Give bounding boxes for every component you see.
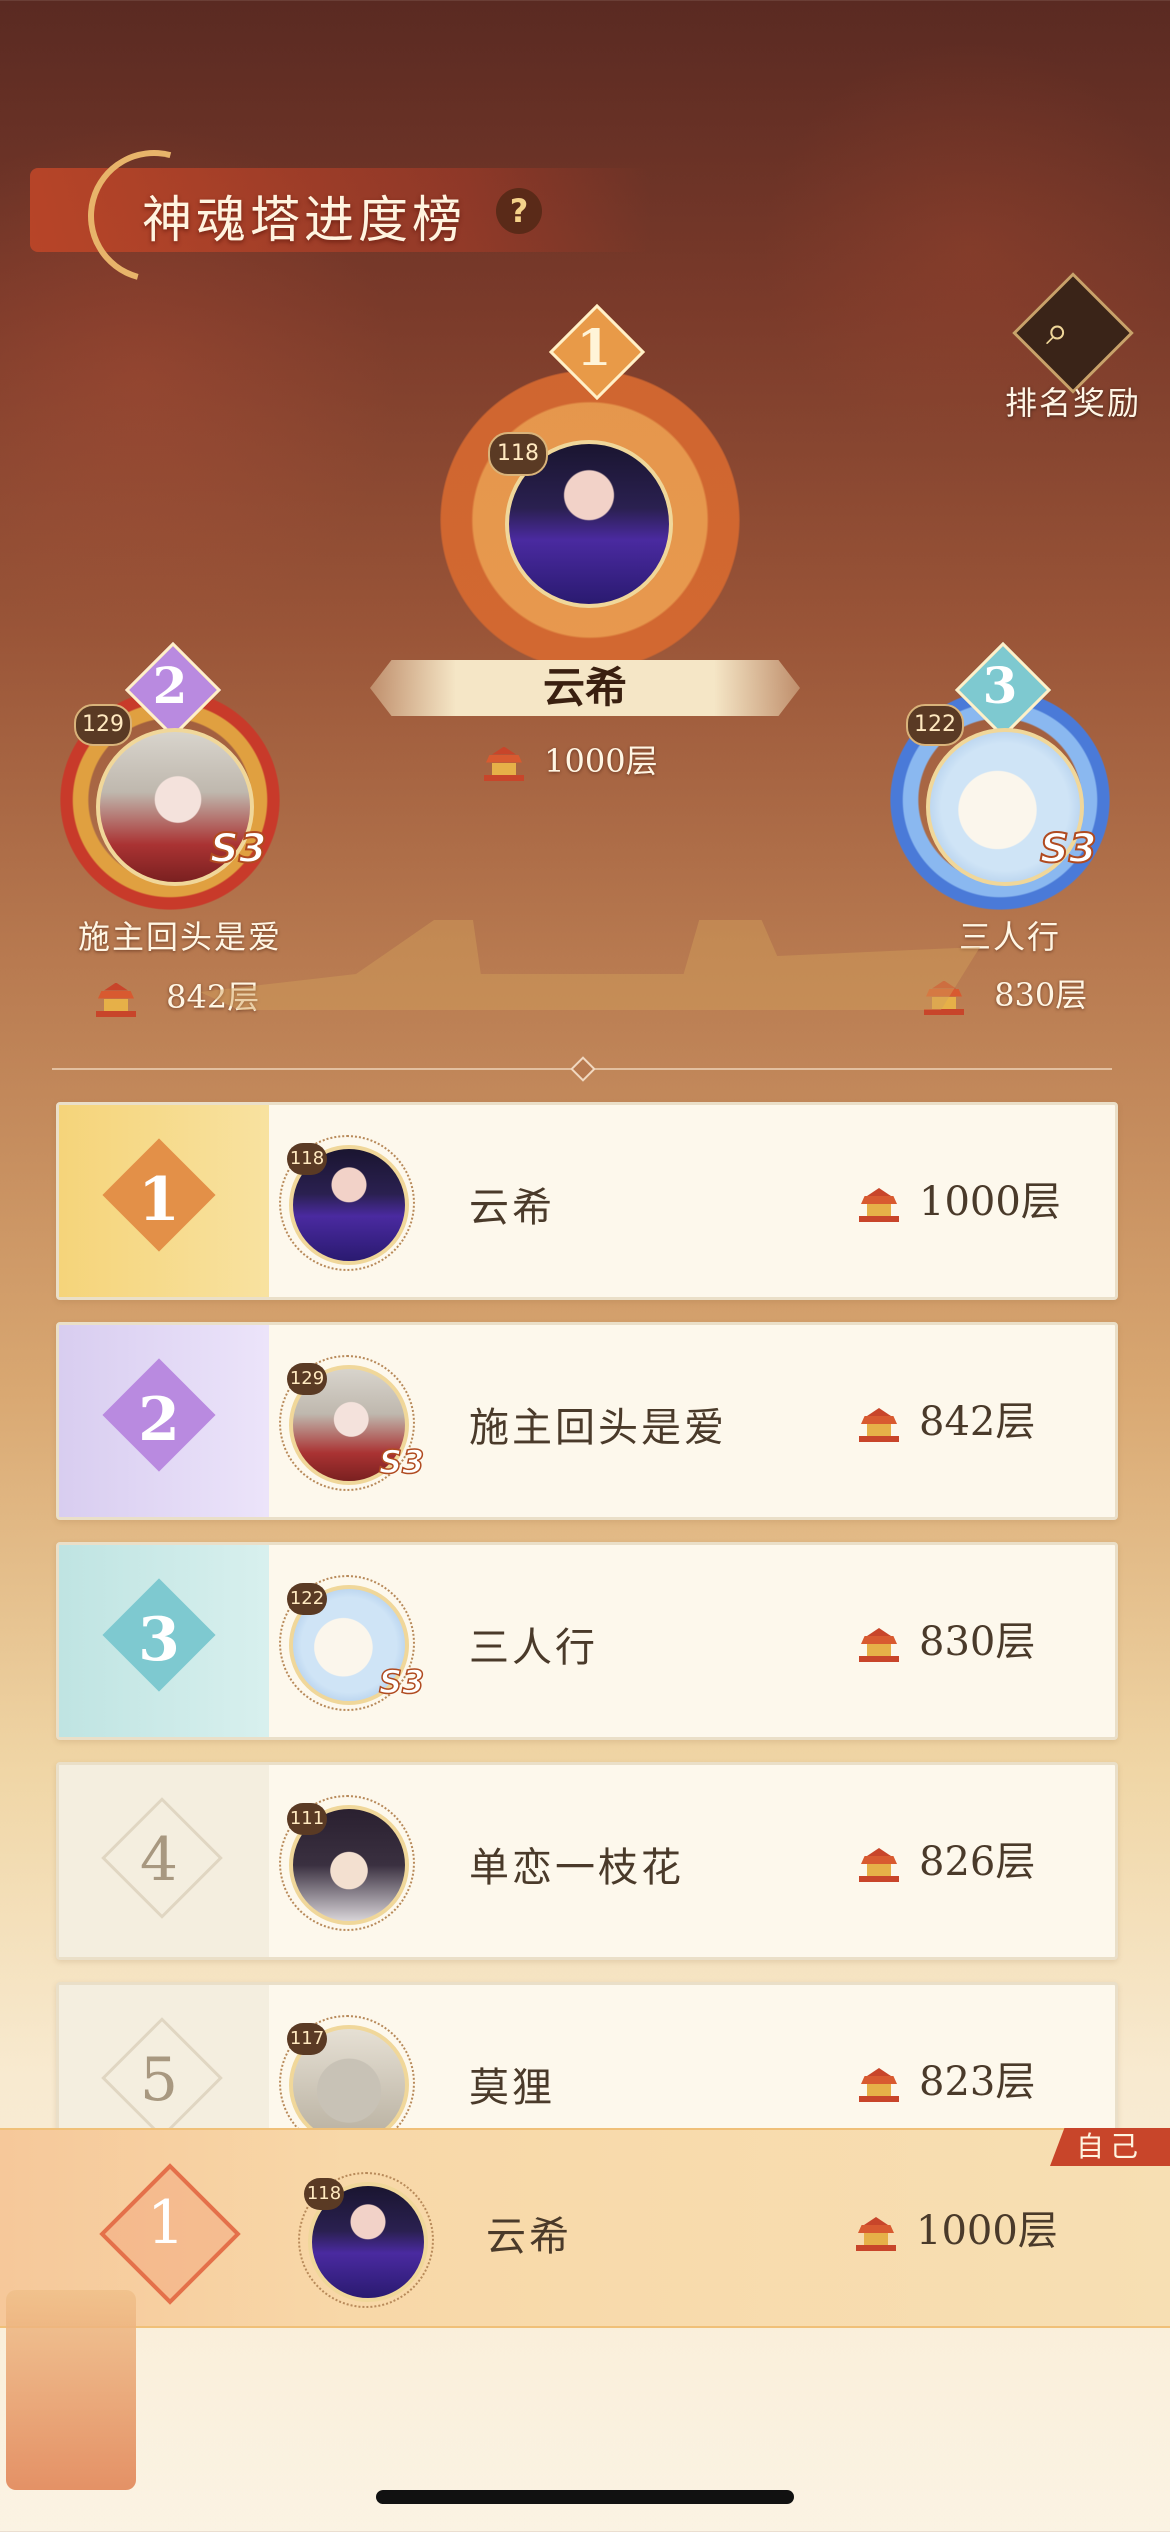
player-name: 单恋一枝花 — [469, 1845, 684, 1891]
ranking-row[interactable]: 2 129 S3 施主回头是爱 842层 — [56, 1322, 1118, 1520]
floor-count: 823层 — [859, 2049, 1035, 2107]
level-badge: 122 — [287, 1583, 327, 1615]
podium-name-2: 施主回头是爱 — [77, 918, 282, 956]
ranking-row[interactable]: 3 122 S3 三人行 830层 — [56, 1542, 1118, 1740]
level-badge: 118 — [287, 1143, 327, 1175]
tower-icon — [856, 2215, 896, 2253]
floor-value: 830层 — [919, 1619, 1036, 1665]
divider-ornament — [570, 1056, 596, 1082]
ranking-rewards-button[interactable]: ⌕ 排名奖励 — [1005, 270, 1139, 422]
home-indicator[interactable] — [376, 2490, 794, 2504]
page-title: 神魂塔进度榜 — [142, 191, 466, 249]
podium-floor-3-value: 830层 — [994, 976, 1088, 1014]
floor-count: 842层 — [859, 1389, 1035, 1447]
tower-icon — [859, 1186, 899, 1224]
podium-level-2: 129 — [74, 704, 132, 746]
tower-icon — [484, 745, 524, 783]
magnifier-icon: ⌕ — [1046, 308, 1069, 354]
ranking-rewards-label: 排名奖励 — [1004, 384, 1141, 422]
row-rank: 5 — [139, 2045, 179, 2115]
tower-icon — [859, 2066, 899, 2104]
lantern-icon — [6, 2290, 136, 2490]
row-rank: 1 — [138, 1165, 180, 1235]
ranking-row[interactable]: 4 111 单恋一枝花 826层 — [56, 1762, 1118, 1960]
self-tag: 自己 — [1050, 2128, 1170, 2166]
level-badge: 129 — [287, 1363, 327, 1395]
floor-value: 1000层 — [919, 1179, 1061, 1225]
treasure-chest-icon — [1012, 272, 1134, 394]
podium-rank-2: 2 — [152, 656, 188, 715]
floor-count: 826层 — [859, 1829, 1035, 1887]
player-name: 莫狸 — [469, 2065, 555, 2111]
podium-level-3: 122 — [906, 704, 964, 746]
floor-value: 826层 — [919, 1839, 1036, 1885]
podium-name-1: 云希 — [542, 663, 627, 712]
podium-season-badge-3: S3 — [1039, 825, 1098, 873]
season-badge: S3 — [378, 1662, 425, 1702]
podium-season-badge-2: S3 — [209, 825, 268, 873]
row-rank: 3 — [138, 1605, 180, 1675]
row-rank: 2 — [138, 1385, 180, 1455]
self-floor-value: 1000层 — [916, 2208, 1058, 2254]
ranking-row[interactable]: 5 117 莫狸 823层 — [56, 1982, 1118, 2148]
player-name: 云希 — [469, 1185, 555, 1231]
floor-value: 842层 — [919, 1399, 1036, 1445]
self-ranking-bar[interactable]: 1 118 云希 1000层 — [0, 2128, 1170, 2328]
floor-count: 830层 — [859, 1609, 1035, 1667]
ranking-row[interactable]: 1 118 云希 1000层 — [56, 1102, 1118, 1300]
level-badge: 111 — [287, 1803, 327, 1835]
podium-floor-1: 1000层 — [484, 736, 658, 783]
tower-icon — [859, 1406, 899, 1444]
podium-rank-1: 1 — [576, 318, 612, 377]
row-rank: 4 — [139, 1825, 179, 1895]
floor-value: 823层 — [919, 2059, 1036, 2105]
help-button[interactable]: ? — [496, 188, 542, 234]
tower-icon — [859, 1626, 899, 1664]
self-floor: 1000层 — [856, 2198, 1058, 2256]
podium-level-1: 118 — [488, 432, 548, 476]
self-level: 118 — [304, 2178, 344, 2210]
player-name: 施主回头是爱 — [469, 1405, 727, 1451]
season-badge: S3 — [378, 1442, 425, 1482]
podium-rank-3: 3 — [982, 656, 1018, 715]
self-rank: 1 — [146, 2188, 186, 2258]
level-badge: 117 — [287, 2023, 327, 2055]
self-name: 云希 — [486, 2214, 572, 2260]
tower-icon — [859, 1846, 899, 1884]
floor-count: 1000层 — [859, 1169, 1061, 1227]
tower-icon — [96, 981, 136, 1019]
player-name: 三人行 — [469, 1625, 598, 1671]
podium-floor-1-value: 1000层 — [544, 742, 658, 780]
